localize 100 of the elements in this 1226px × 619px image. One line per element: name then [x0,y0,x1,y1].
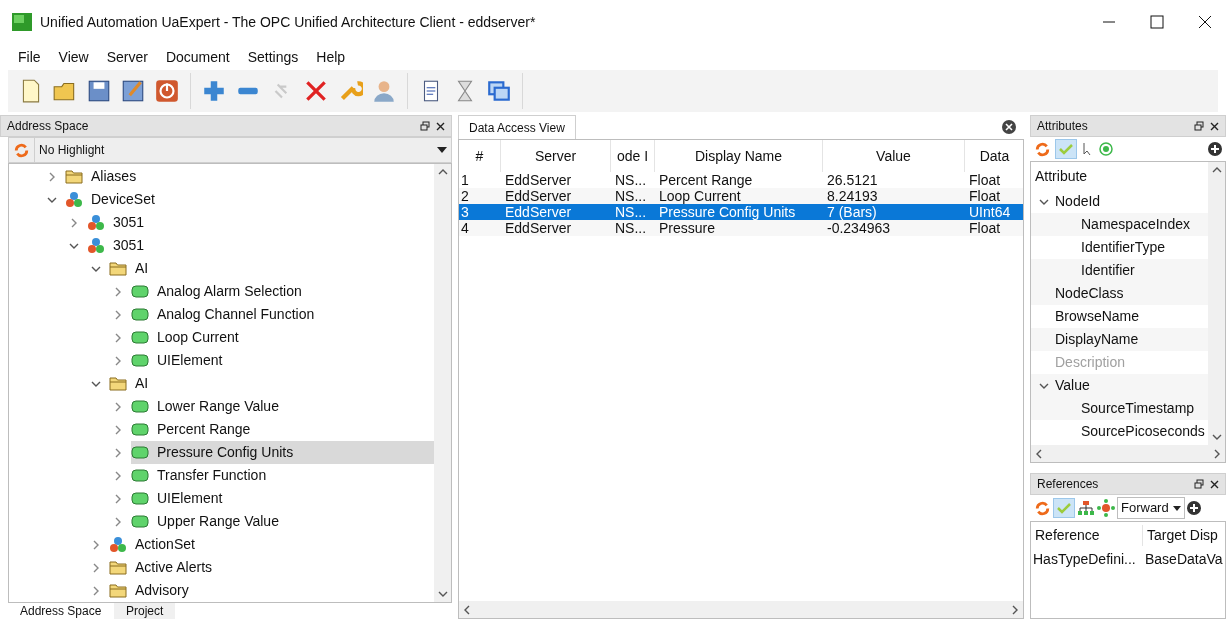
restore-icon[interactable] [420,121,430,131]
table-row[interactable]: 3 EddServer NS... Pressure Config Units 7 (Bars) UInt64 [459,204,1023,220]
restore-icon[interactable] [1194,479,1204,489]
direction-dropdown[interactable]: Forward [1117,497,1185,519]
user-icon[interactable] [371,78,397,104]
tree-item[interactable]: DeviceSet [65,188,163,211]
horizontal-scrollbar[interactable] [459,601,1023,618]
refresh-icon[interactable] [13,141,30,159]
menu-item[interactable]: File [18,46,41,68]
checkmark-icon[interactable] [1059,143,1073,155]
attribute-name[interactable]: SourcePicoseconds [1081,421,1205,442]
tree-item[interactable]: AI [109,372,157,395]
tree-item[interactable]: Upper Range Value [131,510,287,533]
tree-item[interactable]: AI [109,257,157,280]
tree-item[interactable]: Transfer Function [131,464,275,487]
column-header[interactable]: Attribute [1031,162,1208,190]
tree-item[interactable]: UIElement [131,349,231,372]
power-icon[interactable] [154,78,180,104]
add-icon[interactable] [1186,501,1201,515]
scroll-right-icon[interactable] [1213,448,1221,459]
tag-icon [131,492,149,505]
scroll-up-icon[interactable] [437,168,448,176]
column-header[interactable]: Reference [1031,524,1143,546]
chevron-right-icon[interactable] [47,171,57,182]
close-icon[interactable] [1210,479,1219,489]
cross-icon[interactable] [303,78,329,104]
table-cell-text: NS... [614,220,648,236]
attribute-name[interactable]: Value [1055,375,1090,396]
vertical-scrollbar[interactable] [434,164,451,602]
chevron-right-icon[interactable] [113,493,123,504]
tree-item[interactable]: 3051 [87,234,153,257]
tree-item[interactable]: UIElement [131,487,231,510]
tree-item[interactable]: Analog Channel Function [131,303,323,326]
menu-item[interactable]: Server [106,46,148,68]
attribute-name[interactable]: IdentifierType [1081,237,1166,258]
scroll-down-icon[interactable] [1211,433,1222,441]
dropdown-arrow-icon[interactable] [437,147,447,153]
chevron-right-icon[interactable] [113,447,123,458]
tree-item[interactable]: Analog Alarm Selection [131,280,310,303]
menu-item[interactable]: Help [316,46,346,68]
scroll-up-icon[interactable] [1211,166,1222,174]
tag-icon [131,446,149,459]
attribute-name[interactable]: NodeId [1055,191,1101,212]
chevron-right-icon[interactable] [113,401,123,412]
pencil-icon[interactable] [120,78,146,104]
panel-tab[interactable]: Project [114,603,176,619]
menu-item[interactable]: Document [165,46,230,68]
tree-item[interactable]: Aliases [65,165,145,188]
scroll-down-icon[interactable] [437,590,448,598]
tree-item[interactable]: Pressure Config Units [131,441,434,464]
panel-title: Attributes [1037,118,1088,135]
menu-item[interactable]: View [58,46,89,68]
tree-item[interactable]: Active Alerts [109,556,221,579]
chevron-right-icon[interactable] [91,585,101,596]
chevron-right-icon[interactable] [113,286,123,297]
chevron-right-icon[interactable] [113,470,123,481]
target-icon[interactable] [1099,142,1113,156]
scroll-right-icon[interactable] [1011,604,1019,615]
chevron-right-icon[interactable] [113,355,123,366]
close-icon[interactable] [1198,15,1212,29]
tree-item[interactable]: Loop Current [131,326,247,349]
close-icon[interactable] [1002,120,1016,134]
view-tab[interactable]: Data Access View [458,115,576,139]
attribute-name[interactable]: BrowseName [1055,306,1140,327]
chevron-right-icon[interactable] [91,562,101,573]
tree-item[interactable]: 3051 [87,211,153,234]
tree-item[interactable]: Percent Range [131,418,259,441]
tree-item[interactable]: Advisory [109,579,197,602]
add-icon[interactable] [1208,142,1222,156]
table-cell-text: Float [968,172,1002,188]
column-header[interactable]: Target Disp [1143,524,1225,546]
plus-icon[interactable] [201,78,227,104]
maximize-icon[interactable] [1150,15,1164,29]
tree-item[interactable]: ActionSet [109,533,203,556]
network-icon[interactable] [1097,499,1115,517]
scroll-left-icon[interactable] [463,604,471,615]
checkmark-icon[interactable] [1057,502,1071,514]
chevron-right-icon[interactable] [113,516,123,527]
table-row[interactable]: 2 EddServer NS... Loop Current 8.24193 Float [459,188,1023,204]
vertical-scrollbar[interactable] [1208,162,1225,445]
tree-item[interactable]: Lower Range Value [131,395,287,418]
menu-item[interactable]: Settings [247,46,299,68]
restore-icon[interactable] [1194,121,1204,131]
chevron-right-icon[interactable] [113,309,123,320]
scroll-left-icon[interactable] [1035,448,1043,459]
chevron-right-icon[interactable] [113,332,123,343]
hierarchy-icon[interactable] [1077,500,1095,516]
refresh-icon[interactable] [1034,140,1051,158]
close-icon[interactable] [1210,121,1219,131]
dropdown-arrow-icon[interactable] [1172,505,1181,511]
refresh-icon[interactable] [1034,499,1051,517]
panel-title: Address Space [7,118,89,135]
horizontal-scrollbar[interactable] [1031,445,1225,462]
folder-icon [109,376,127,391]
windows-icon[interactable] [486,78,512,104]
chevron-right-icon[interactable] [91,539,101,550]
chevron-right-icon[interactable] [69,217,79,228]
chevron-right-icon[interactable] [113,424,123,435]
close-icon[interactable] [436,121,445,131]
table-row[interactable]: 4 EddServer NS... Pressure -0.234963 Float [459,220,1023,236]
